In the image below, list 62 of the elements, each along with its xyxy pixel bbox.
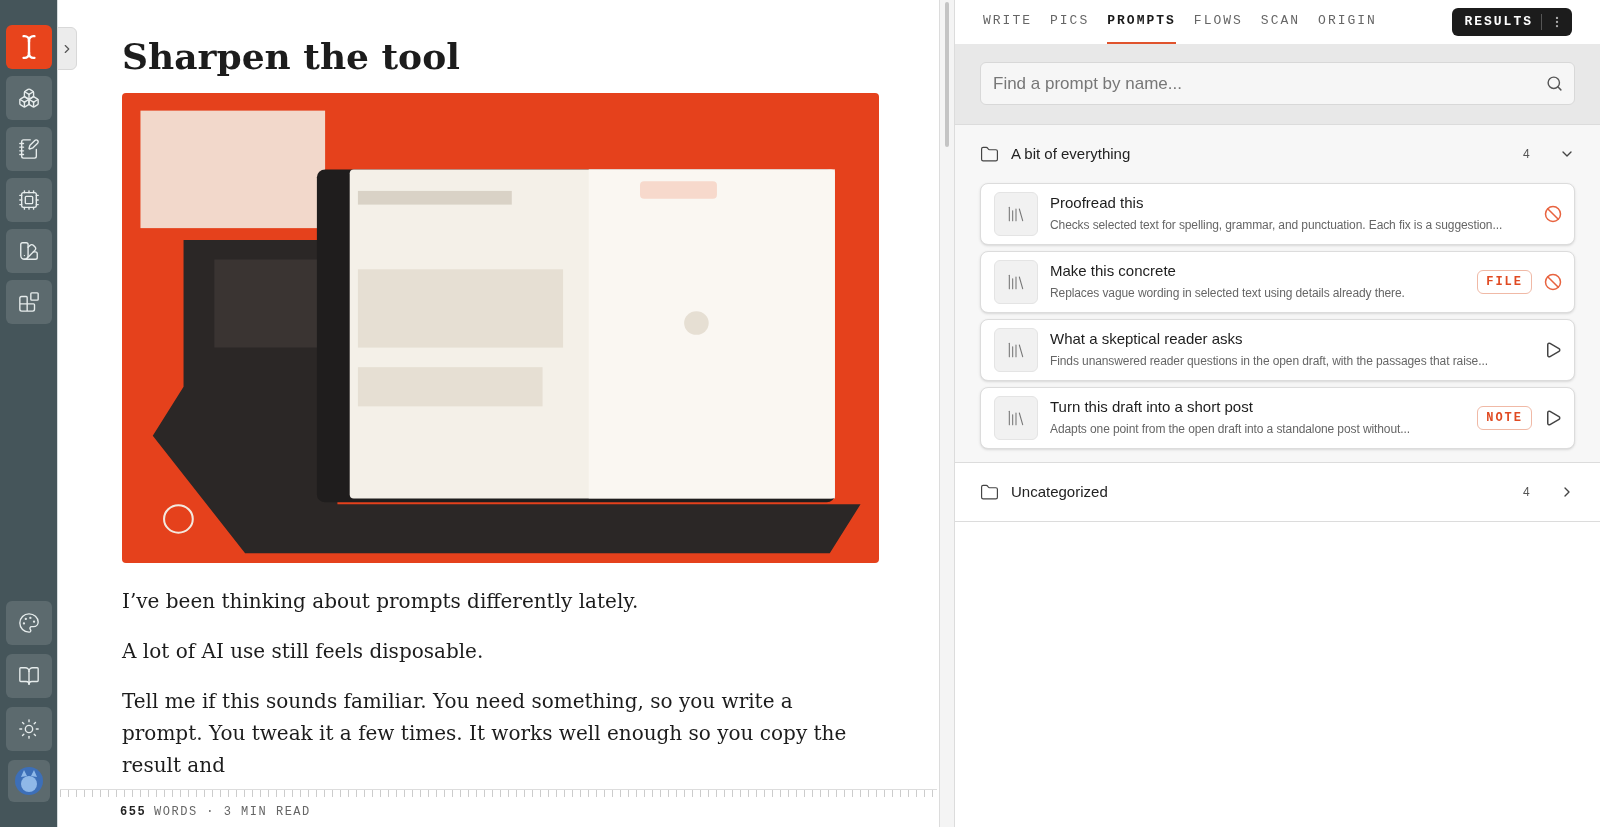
paragraph: I’ve been thinking about prompts differently lately. (122, 588, 640, 615)
prompt-description: Finds unanswered reader questions in the open draft, with the passages that raise... (1050, 353, 1488, 370)
avatar[interactable] (14, 767, 43, 795)
play-icon[interactable] (1544, 341, 1562, 359)
book-icon (17, 665, 40, 687)
sidebar-button[interactable] (5, 76, 52, 120)
results-button[interactable]: RESULTS (1452, 8, 1572, 36)
folder-icon (980, 482, 999, 502)
sidebar-button[interactable] (5, 229, 52, 273)
library-icon (994, 260, 1038, 304)
sidebar-button[interactable] (5, 707, 52, 751)
library-icon (994, 192, 1038, 236)
chip-icon (17, 189, 40, 211)
sun-icon (17, 718, 40, 740)
prompt-tag: FILE (1477, 270, 1532, 294)
play-icon[interactable] (1544, 409, 1562, 427)
blocks-icon (17, 291, 40, 313)
sidebar-button[interactable] (5, 127, 52, 171)
library-icon (994, 396, 1038, 440)
paragraph: Tell me if this sounds familiar. You need something, so you write a prompt. You tweak it a few times. It works well enough so you copy the result and (122, 688, 848, 779)
blocked-icon[interactable] (1544, 273, 1562, 291)
group-count: 4 (1523, 146, 1531, 163)
group-header[interactable]: A bit of everything 4 (955, 125, 1600, 183)
tab[interactable]: WRITE (983, 0, 1032, 44)
tab[interactable]: SCAN (1260, 0, 1301, 44)
sidebar-button[interactable] (5, 654, 52, 698)
prompt-card[interactable]: Turn this draft into a short post Adapts one point from the open draft into a standalone post without... NOTE (980, 387, 1575, 449)
folder-icon (980, 144, 999, 164)
paragraph: A lot of AI use still feels disposable. (122, 638, 485, 665)
blocked-icon[interactable] (1544, 205, 1562, 223)
group-header[interactable]: Uncategorized 4 (955, 463, 1600, 521)
prompt-card[interactable]: What a skeptical reader asks Finds unanswered reader questions in the open draft, with the passages that raise... (980, 319, 1575, 381)
notebook-icon (17, 138, 40, 160)
swatch-icon (17, 240, 40, 262)
group-name: A bit of everything (1011, 143, 1132, 164)
boxes-icon (17, 87, 40, 109)
document-title: Sharpen the tool (122, 34, 461, 79)
tab[interactable]: FLOWS (1193, 0, 1243, 44)
group-name: Uncategorized (1011, 481, 1109, 502)
prompt-description: Replaces vague wording in selected text using details already there. (1050, 285, 1405, 302)
search-field[interactable]: Find a prompt by name... (980, 62, 1575, 105)
search-icon[interactable] (1546, 75, 1563, 92)
prompt-description: Checks selected text for spelling, grammar, and punctuation. Each fix is a suggestion... (1050, 217, 1503, 234)
sidebar-button[interactable] (5, 178, 52, 222)
library-icon (994, 328, 1038, 372)
prompt-tag: NOTE (1477, 406, 1532, 430)
sidebar-button[interactable] (5, 280, 52, 324)
tab[interactable]: ORIGIN (1318, 0, 1377, 44)
prompt-description: Adapts one point from the open draft into a standalone post without... (1050, 421, 1410, 438)
sidebar-button[interactable] (5, 601, 52, 645)
group-count: 4 (1523, 484, 1531, 501)
status-text: WORDS · 3 MIN READ (154, 804, 311, 821)
prompt-title: What a skeptical reader asks (1050, 329, 1244, 349)
prompt-title: Proofread this (1050, 193, 1145, 213)
prompt-card[interactable]: Proofread this Checks selected text for spelling, grammar, and punctuation. Each fix is a suggestion... (980, 183, 1575, 245)
prompt-card[interactable]: Make this concrete Replaces vague wording in selected text using details already there. FILE (980, 251, 1575, 313)
sidebar-button[interactable] (5, 25, 52, 69)
prompt-title: Make this concrete (1050, 261, 1177, 281)
tab[interactable]: PICS (1050, 0, 1090, 44)
word-count: 655 (120, 804, 147, 821)
palette-icon (17, 612, 40, 634)
prompt-title: Turn this draft into a short post (1050, 397, 1254, 417)
